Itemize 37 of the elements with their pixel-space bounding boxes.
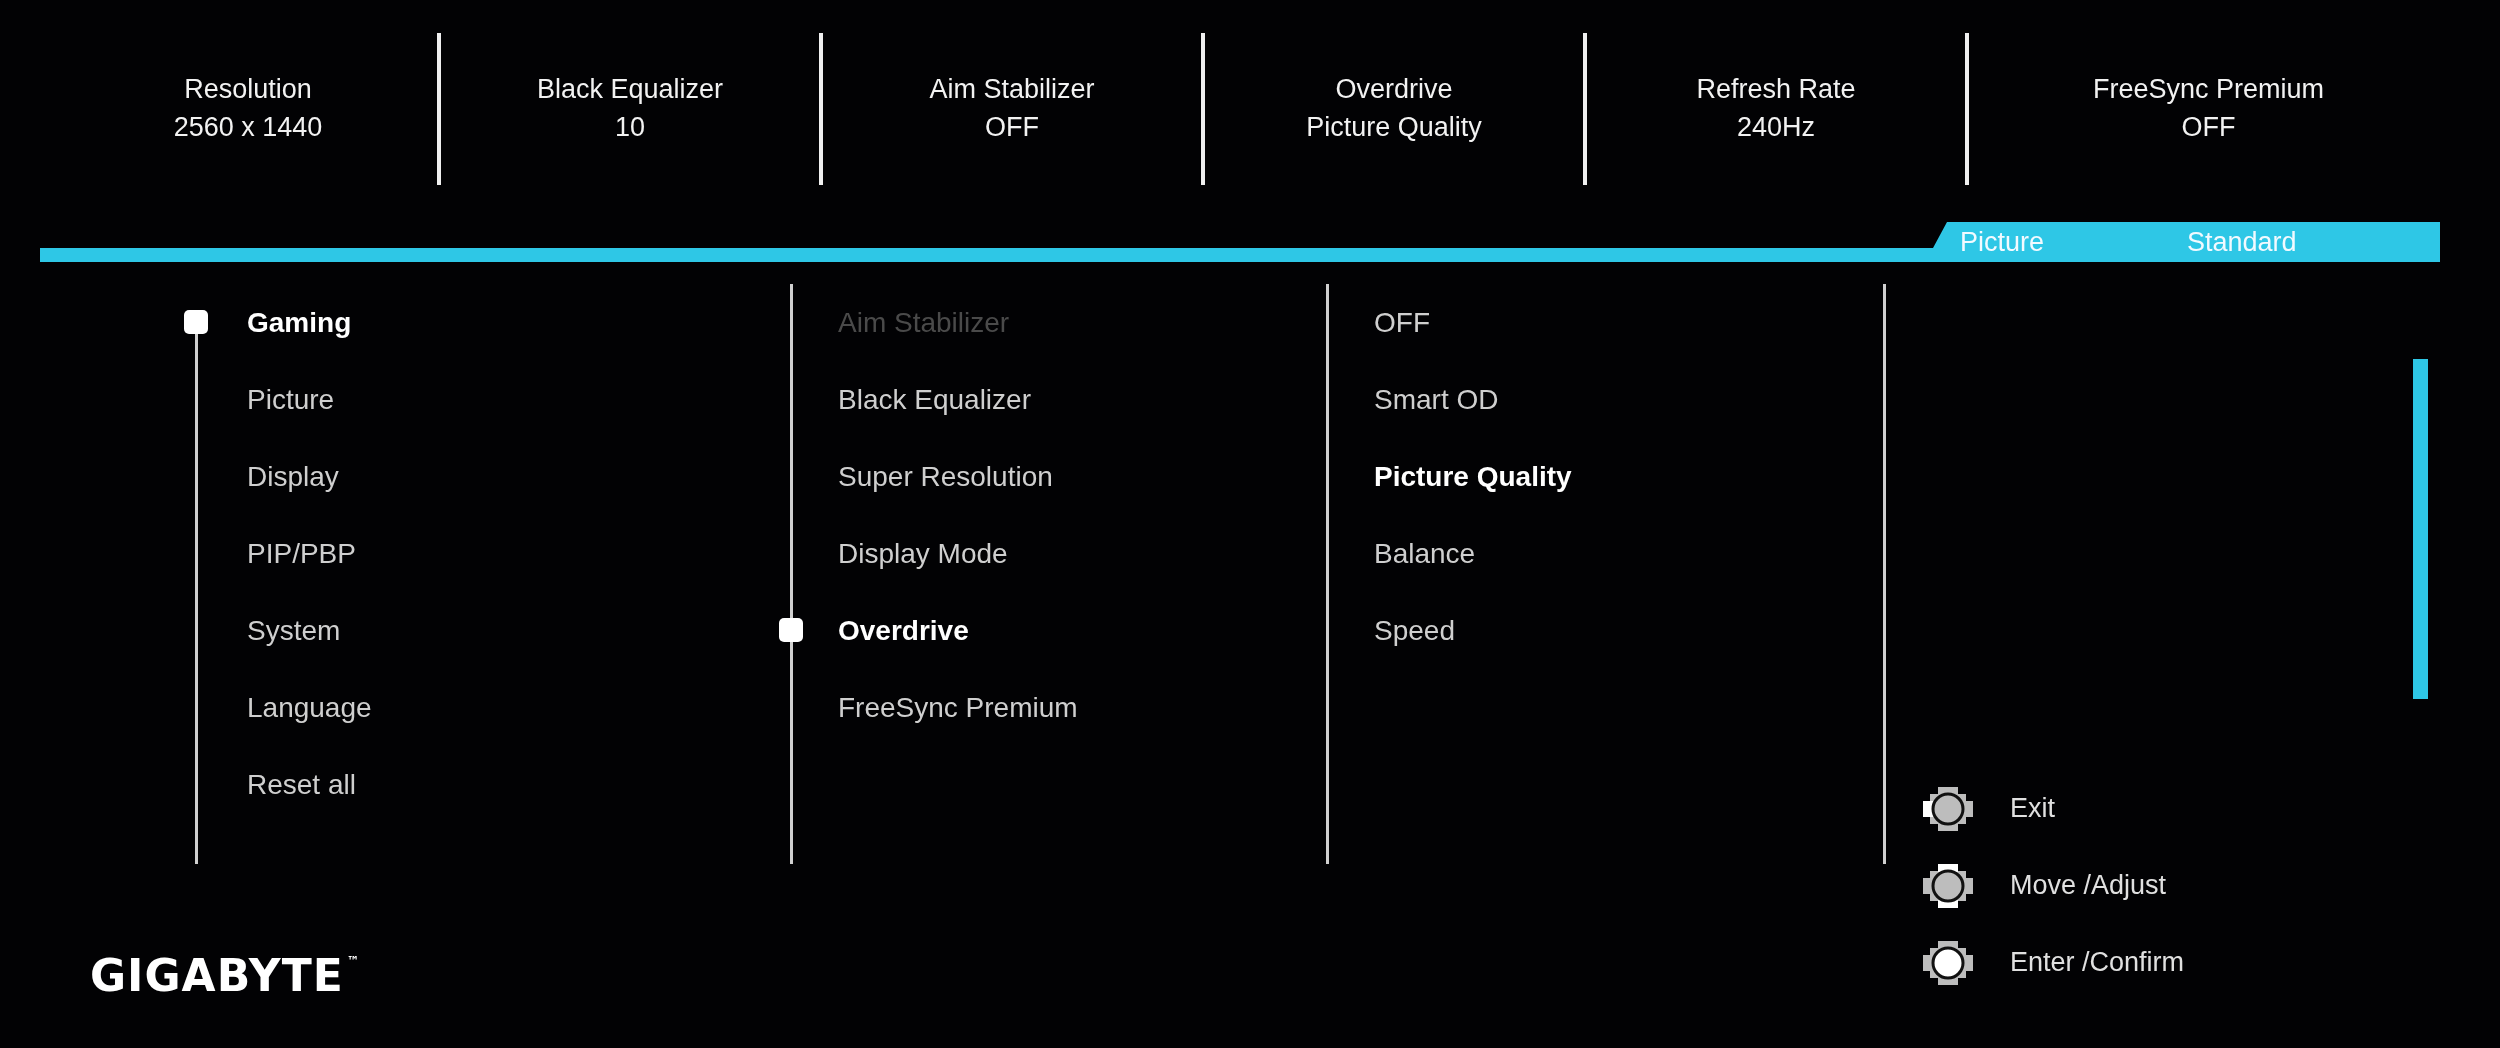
status-value: OFF	[2181, 111, 2236, 144]
option-item[interactable]: Smart OD	[1329, 361, 1883, 438]
menu-item[interactable]: Picture	[150, 361, 790, 438]
menu-item[interactable]: PIP/PBP	[150, 515, 790, 592]
menu-item[interactable]: Display	[150, 438, 790, 515]
help-label: Enter /Confirm	[2010, 947, 2185, 978]
status-value: Picture Quality	[1306, 111, 1482, 144]
submenu-item[interactable]: Super Resolution	[793, 438, 1326, 515]
status-label: Resolution	[184, 73, 312, 106]
option-item[interactable]: Picture Quality	[1329, 438, 1883, 515]
mode-value: Standard	[2187, 226, 2297, 258]
submenu-item[interactable]: Overdrive	[793, 592, 1326, 669]
help-label: Move /Adjust	[2010, 870, 2167, 901]
option-item[interactable]: Balance	[1329, 515, 1883, 592]
status-label: Overdrive	[1335, 73, 1453, 106]
selection-marker	[779, 618, 803, 642]
status-value: OFF	[985, 111, 1039, 144]
brand-logo: GIGABYTE™	[90, 950, 360, 1001]
menu-item[interactable]: Gaming	[150, 284, 790, 361]
selection-marker	[184, 310, 208, 334]
status-label: FreeSync Premium	[2092, 73, 2325, 106]
option-item[interactable]: OFF	[1329, 284, 1883, 361]
mode-label: Picture	[1960, 226, 2046, 258]
option-item[interactable]: Speed	[1329, 592, 1883, 669]
submenu-item[interactable]: FreeSync Premium	[793, 669, 1326, 746]
status-label: Aim Stabilizer	[929, 73, 1095, 106]
menu-item[interactable]: Reset all	[150, 746, 790, 823]
menu-item[interactable]: Language	[150, 669, 790, 746]
help-label: Exit	[2010, 793, 2055, 824]
status-label: Refresh Rate	[1696, 73, 1856, 106]
menu-item[interactable]: System	[150, 592, 790, 669]
status-value: 240Hz	[1736, 111, 1815, 144]
submenu-item[interactable]: Display Mode	[793, 515, 1326, 592]
submenu-item[interactable]: Black Equalizer	[793, 361, 1326, 438]
status-label: Black Equalizer	[536, 73, 724, 106]
status-value: 10	[614, 111, 645, 144]
status-value: 2560 x 1440	[173, 111, 323, 144]
